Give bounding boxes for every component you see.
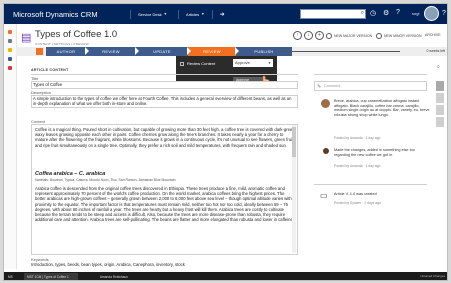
- crm-window: Microsoft Dynamics CRM Service Desk ▼ Ar…: [3, 3, 448, 281]
- taskbar-status: Unsaved Changes: [420, 274, 445, 278]
- user-name[interactable]: sogl: [412, 11, 419, 16]
- taskbar-user: Amanda Robichaux: [100, 275, 128, 279]
- activity-tab[interactable]: [436, 117, 444, 127]
- plus-icon: [376, 33, 382, 39]
- chevron-down-icon: ▼: [268, 61, 271, 65]
- activity-post: Breve, arabica, cup caramelization affog…: [334, 99, 430, 118]
- avatar: [323, 148, 329, 154]
- avatar: [321, 99, 330, 108]
- keywords-field[interactable]: Introduction, types, beeds, bean types, …: [31, 262, 185, 267]
- chevron-down-icon: ▼: [163, 12, 168, 16]
- post-meta: Posted by Amanda · 1 day ago: [334, 136, 381, 140]
- activity-tab[interactable]: [436, 93, 444, 103]
- post-meta: Posted by System · 2 days ago: [334, 201, 381, 205]
- activity-divider: [314, 74, 427, 75]
- stage-review-active[interactable]: REVIEW: [188, 47, 236, 56]
- page-title: Types of Coffee 1.0: [35, 29, 118, 40]
- activity-tab[interactable]: [436, 105, 444, 115]
- comment-input[interactable]: ✎ Comment: [314, 81, 427, 91]
- plus-icon: [326, 33, 332, 39]
- content-paragraph-2: Arabica coffee is descended from the ori…: [35, 186, 294, 223]
- stage-author[interactable]: AUTHOR: [46, 47, 86, 56]
- question-icon[interactable]: ?: [442, 10, 446, 17]
- activity-post: Made the changes, added in something els…: [334, 148, 415, 157]
- taskbar-window-item[interactable]: MST 1CM | Types of Coffee 1: [24, 273, 78, 280]
- approve-select-value: Approve: [235, 60, 250, 65]
- comment-icon: ✎: [317, 84, 322, 90]
- checkbox-icon[interactable]: [180, 61, 184, 66]
- review-content-label: Review Content: [187, 61, 216, 66]
- stage-chevron: [187, 47, 191, 55]
- status-dot-icon: [8, 48, 12, 52]
- stage-chevron: [85, 47, 89, 55]
- content-paragraph-1: Coffee is a magical thing. Poured short …: [35, 127, 296, 148]
- stage-chevron: [135, 47, 139, 55]
- left-indicator-strip: [4, 24, 17, 269]
- approve-select[interactable]: Approve ▼: [233, 59, 273, 67]
- next-record-icon[interactable]: ↓: [304, 31, 313, 40]
- start-button[interactable]: MS: [8, 274, 13, 280]
- status-dot-icon: [8, 30, 12, 34]
- search-input[interactable]: ⌕: [300, 9, 366, 19]
- title-value: Types of Coffee: [33, 82, 63, 87]
- stage-update[interactable]: UPDATE: [136, 47, 188, 56]
- status-dot-icon: [8, 39, 12, 43]
- laptop-icon: ▭: [320, 191, 328, 200]
- filter-icon[interactable]: ⌕: [437, 64, 440, 70]
- content-scrollbar[interactable]: [292, 125, 296, 253]
- record-subnav[interactable]: CONTENT | SETTINGS | PREVIEW: [35, 42, 89, 46]
- stage-chevron: [235, 47, 239, 55]
- archive-button[interactable]: ARCHIVE: [425, 33, 441, 37]
- status-dot-icon: [8, 57, 12, 61]
- nav-separator: [178, 9, 180, 19]
- app-title: Microsoft Dynamics CRM: [13, 9, 98, 19]
- article-icon: ▤: [21, 32, 32, 44]
- nav-articles-label: Articles: [186, 11, 200, 17]
- new-major-version-button[interactable]: NEW MAJOR VERSION: [326, 33, 372, 39]
- nav-articles[interactable]: Articles ▼ ➜: [173, 9, 225, 19]
- status-dot-icon: [8, 66, 12, 70]
- varietals-text: Varietals: Bourbon, Typica, Caturra, Mun…: [35, 178, 176, 182]
- help-icon[interactable]: ?: [396, 9, 400, 16]
- top-navigation-bar: Microsoft Dynamics CRM Service Desk ▼ Ar…: [4, 4, 447, 24]
- expand-icon[interactable]: +: [315, 31, 324, 40]
- stage-review[interactable]: REVIEW: [86, 47, 136, 56]
- post-meta: Posted by Amanda · 1 day ago: [334, 164, 381, 168]
- section-title: ARTICLE CONTENT: [31, 68, 69, 72]
- review-content-step[interactable]: Review Content: [180, 61, 215, 66]
- activity-post: Article V. 1.0 was created: [334, 192, 377, 196]
- new-minor-version-button[interactable]: NEW MINOR VERSION: [376, 33, 422, 39]
- process-flag-icon[interactable]: [36, 48, 43, 55]
- stage-elapsed-time: 0 weeks left: [426, 49, 445, 53]
- content-subheading: Coffea arabica – C. arabica: [35, 171, 106, 177]
- comment-placeholder: Comment: [324, 84, 341, 88]
- stage-progress-line: [280, 51, 400, 52]
- forward-arrow-icon[interactable]: ➜: [220, 11, 225, 18]
- scrollbar-thumb[interactable]: [292, 127, 296, 157]
- nav-separator: [130, 9, 131, 19]
- activity-tab[interactable]: [436, 81, 444, 91]
- search-icon[interactable]: ⌕: [361, 10, 364, 17]
- section-divider: [31, 74, 298, 75]
- avatar[interactable]: [424, 6, 439, 21]
- history-icon[interactable]: ◷: [370, 9, 376, 17]
- previous-record-icon[interactable]: ↑: [293, 31, 302, 40]
- chevron-down-icon: ▼: [201, 12, 205, 16]
- activity-divider: [314, 184, 427, 185]
- nav-service-desk-label: Service Desk: [138, 11, 162, 17]
- nav-separator: [211, 9, 213, 19]
- description-value: A simple introduction to the types of co…: [33, 96, 292, 107]
- nav-service-desk[interactable]: Service Desk ▼: [125, 9, 168, 19]
- settings-icon[interactable]: ⚙: [383, 9, 389, 17]
- taskbar: MS MST 1CM | Types of Coffee 1 Amanda Ro…: [4, 272, 447, 280]
